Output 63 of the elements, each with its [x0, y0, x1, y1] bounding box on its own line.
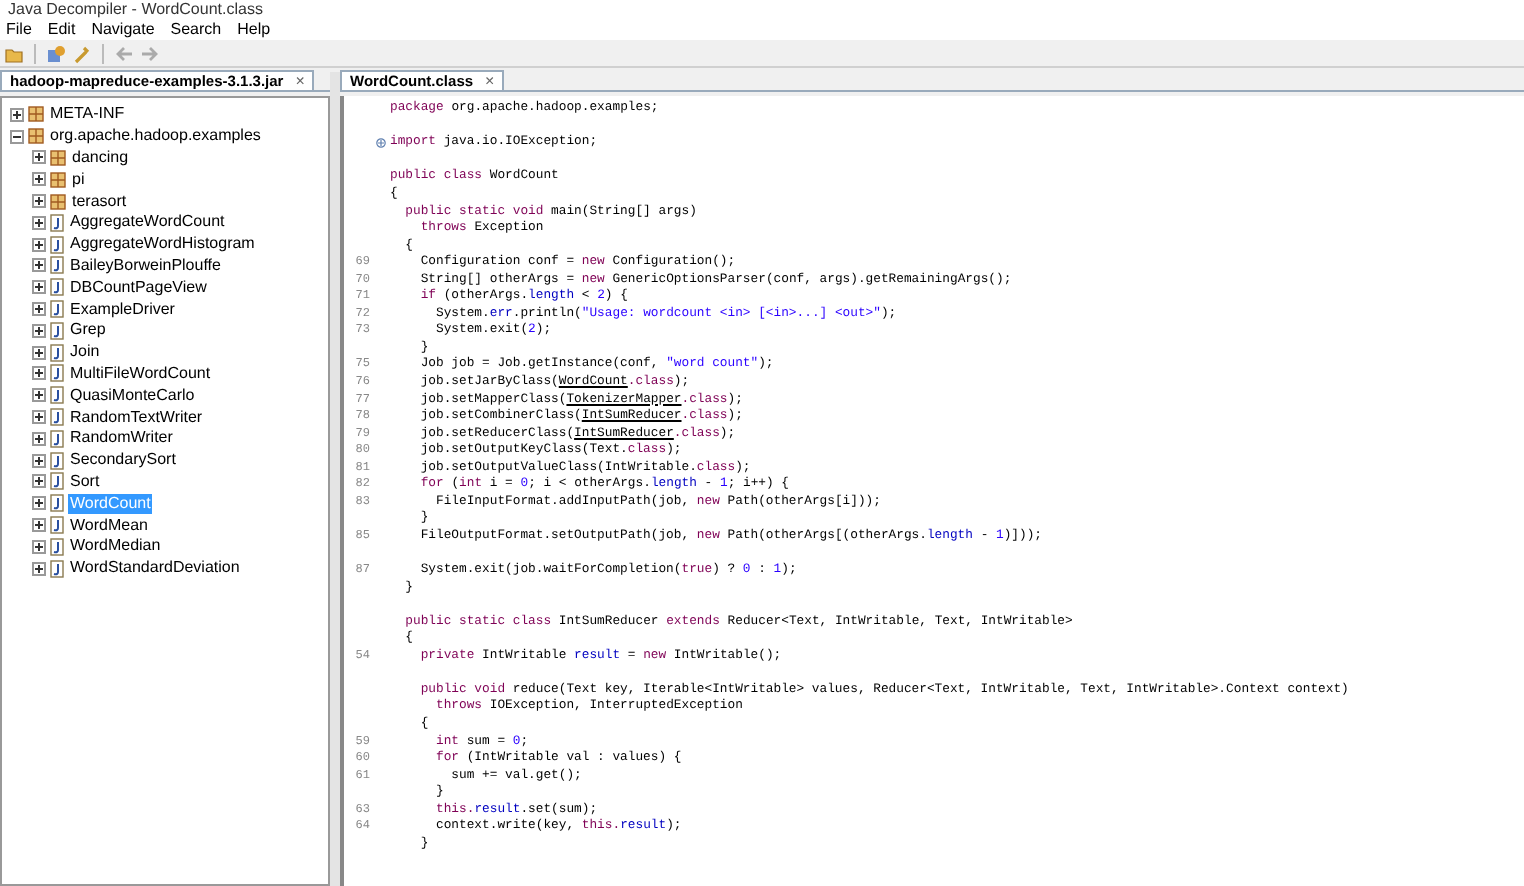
- tree-item[interactable]: QuasiMonteCarlo: [68, 385, 197, 406]
- package-icon: [28, 106, 44, 123]
- expand-icon[interactable]: [32, 302, 46, 317]
- tree-item[interactable]: DBCountPageView: [68, 277, 209, 298]
- java-file-icon: [50, 494, 64, 513]
- close-icon[interactable]: ×: [485, 69, 495, 93]
- java-file-icon: [50, 559, 64, 578]
- expand-icon[interactable]: [32, 323, 46, 338]
- java-file-icon: [50, 278, 64, 297]
- tree-item[interactable]: WordMean: [68, 515, 150, 536]
- window-title: Java Decompiler - WordCount.class: [8, 0, 263, 18]
- expand-icon[interactable]: [32, 539, 46, 554]
- tree-item[interactable]: org.apache.hadoop.examples: [48, 126, 263, 147]
- expand-icon[interactable]: [32, 237, 46, 252]
- collapse-icon[interactable]: [10, 129, 24, 144]
- expand-icon[interactable]: [32, 410, 46, 425]
- package-icon: [50, 171, 66, 188]
- close-icon[interactable]: ×: [295, 69, 305, 93]
- expand-icon[interactable]: [32, 366, 46, 381]
- menu-item[interactable]: Search: [170, 19, 222, 39]
- menu-item[interactable]: File: [6, 19, 32, 39]
- tree-item[interactable]: WordStandardDeviation: [68, 558, 242, 579]
- tree-item[interactable]: WordMedian: [68, 536, 163, 557]
- expand-icon[interactable]: [32, 453, 46, 468]
- expand-icon[interactable]: [32, 496, 46, 511]
- tree-item[interactable]: dancing: [70, 147, 131, 168]
- tree-item[interactable]: Sort: [68, 471, 102, 492]
- expand-icon[interactable]: [32, 345, 46, 360]
- tree-item[interactable]: AggregateWordCount: [68, 212, 227, 233]
- expand-icon[interactable]: [32, 280, 46, 295]
- tree-item[interactable]: pi: [70, 169, 87, 190]
- expand-icon[interactable]: [32, 518, 46, 533]
- menu-item[interactable]: Edit: [47, 19, 76, 39]
- tree-item[interactable]: BaileyBorweinPlouffe: [68, 255, 223, 276]
- package-icon: [50, 193, 66, 210]
- tree-item[interactable]: Grep: [68, 320, 108, 341]
- tree-item[interactable]: SecondarySort: [68, 450, 178, 471]
- tree-item[interactable]: ExampleDriver: [68, 299, 177, 320]
- java-file-icon: [50, 386, 64, 405]
- tree-item[interactable]: Join: [68, 342, 102, 363]
- tree-item[interactable]: MultiFileWordCount: [68, 363, 213, 384]
- expand-icon[interactable]: [32, 258, 46, 273]
- expand-icon[interactable]: [32, 431, 46, 446]
- tree-item[interactable]: AggregateWordHistogram: [68, 234, 257, 255]
- tree-item[interactable]: terasort: [70, 191, 129, 212]
- expand-icon[interactable]: [32, 388, 46, 403]
- tree-item[interactable]: RandomWriter: [68, 428, 175, 449]
- fold-icon[interactable]: [376, 137, 386, 148]
- expand-icon[interactable]: [10, 107, 24, 122]
- expand-icon[interactable]: [32, 194, 46, 209]
- package-icon: [50, 149, 66, 166]
- package-icon: [28, 128, 44, 145]
- tree-item[interactable]: RandomTextWriter: [68, 407, 205, 428]
- tree-item[interactable]: META-INF: [48, 104, 127, 125]
- expand-icon[interactable]: [32, 215, 46, 230]
- menu-item[interactable]: Navigate: [91, 19, 155, 39]
- menu-item[interactable]: Help: [237, 19, 271, 39]
- java-file-icon: [50, 213, 64, 232]
- expand-icon[interactable]: [32, 150, 46, 165]
- expand-icon[interactable]: [32, 474, 46, 489]
- expand-icon[interactable]: [32, 561, 46, 576]
- expand-icon[interactable]: [32, 172, 46, 187]
- type-button[interactable]: [46, 43, 66, 63]
